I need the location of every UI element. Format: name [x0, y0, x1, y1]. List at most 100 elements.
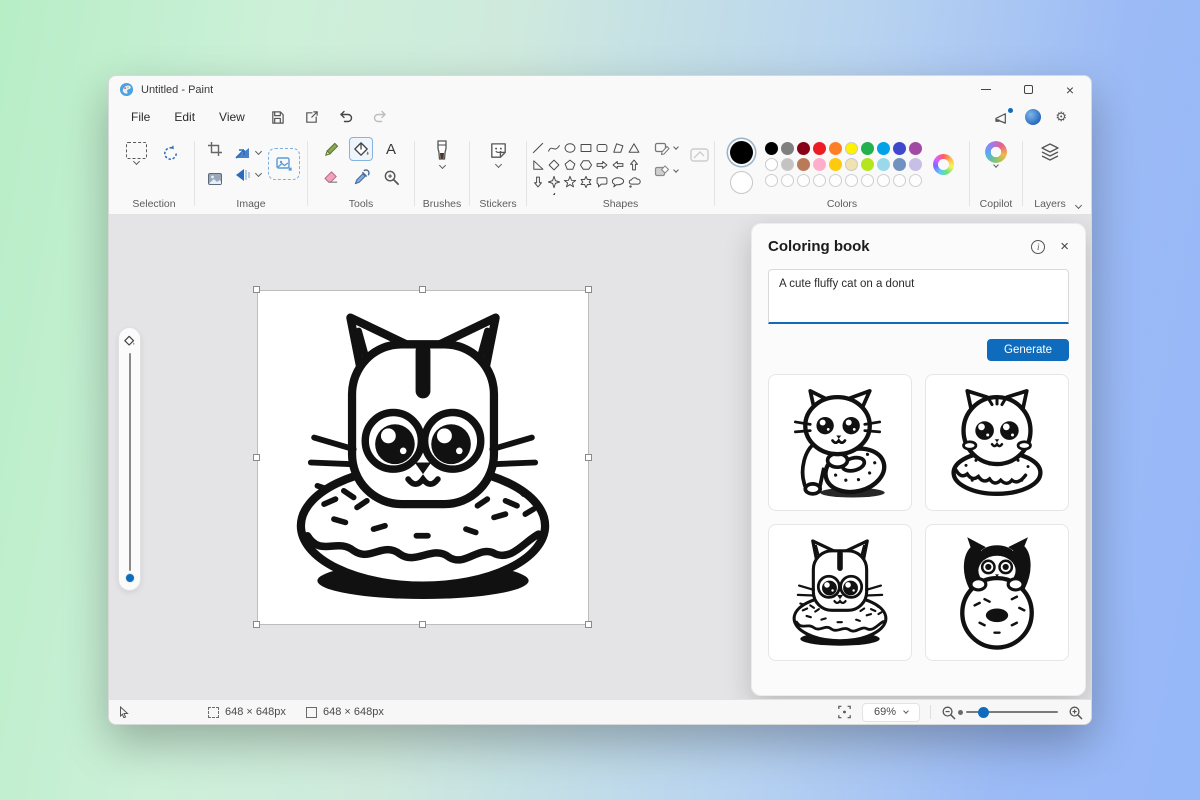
shape-rectangle-icon[interactable] — [578, 139, 594, 156]
fit-to-screen-icon[interactable] — [837, 705, 852, 719]
undo-button[interactable] — [333, 106, 359, 128]
palette-empty-slot[interactable] — [893, 174, 906, 187]
crop-button[interactable] — [203, 137, 227, 161]
ai-image-button[interactable] — [268, 148, 300, 180]
account-button[interactable] — [1025, 109, 1041, 125]
palette-empty-slot[interactable] — [781, 174, 794, 187]
palette-color[interactable] — [765, 158, 778, 171]
palette-color[interactable] — [893, 158, 906, 171]
shape-arrow-up-icon[interactable] — [626, 156, 642, 173]
palette-color[interactable] — [893, 142, 906, 155]
edit-colors-button[interactable] — [933, 154, 954, 175]
selection-handle[interactable] — [419, 621, 426, 628]
palette-color[interactable] — [781, 142, 794, 155]
prompt-input[interactable]: A cute fluffy cat on a donut — [768, 269, 1069, 324]
eraser-tool-button[interactable] — [319, 165, 343, 189]
zoom-out-icon[interactable] — [941, 705, 956, 720]
selection-handle[interactable] — [253, 621, 260, 628]
shape-polygon-icon[interactable] — [610, 139, 626, 156]
generate-button[interactable]: Generate — [987, 339, 1069, 361]
palette-color[interactable] — [829, 158, 842, 171]
close-button[interactable]: × — [1049, 76, 1091, 103]
selection-handle[interactable] — [253, 454, 260, 461]
layers-button[interactable] — [1039, 142, 1061, 162]
shape-oval-icon[interactable] — [562, 139, 578, 156]
thumbnail-fluffy-cat-on-donut[interactable] — [925, 374, 1069, 511]
zoom-percent-dropdown[interactable]: 69% — [862, 703, 920, 722]
palette-color[interactable] — [877, 142, 890, 155]
shape-arrow-left-icon[interactable] — [610, 156, 626, 173]
palette-color[interactable] — [909, 158, 922, 171]
shape-diamond-icon[interactable] — [546, 156, 562, 173]
palette-color[interactable] — [797, 142, 810, 155]
titlebar[interactable]: Untitled - Paint × — [109, 76, 1091, 103]
shape-lightning-icon[interactable] — [546, 190, 562, 195]
palette-empty-slot[interactable] — [829, 174, 842, 187]
palette-empty-slot[interactable] — [845, 174, 858, 187]
menu-edit[interactable]: Edit — [162, 106, 207, 128]
color-picker-tool-button[interactable] — [349, 165, 373, 189]
brushes-button[interactable] — [433, 139, 451, 168]
canvas[interactable] — [257, 290, 589, 625]
palette-color[interactable] — [845, 142, 858, 155]
remove-background-button[interactable] — [203, 167, 227, 191]
zoom-in-icon[interactable] — [1068, 705, 1083, 720]
free-rotate-button[interactable] — [159, 141, 183, 165]
shape-callout-oval-icon[interactable] — [610, 173, 626, 190]
palette-empty-slot[interactable] — [797, 174, 810, 187]
palette-color[interactable] — [909, 142, 922, 155]
palette-empty-slot[interactable] — [765, 174, 778, 187]
palette-color[interactable] — [797, 158, 810, 171]
palette-color[interactable] — [813, 158, 826, 171]
resize-button[interactable] — [234, 145, 261, 161]
shape-fill-button[interactable] — [654, 164, 678, 178]
selection-handle[interactable] — [253, 286, 260, 293]
palette-empty-slot[interactable] — [813, 174, 826, 187]
save-button[interactable] — [265, 106, 291, 128]
shape-hexagon-icon[interactable] — [578, 156, 594, 173]
palette-color[interactable] — [877, 158, 890, 171]
settings-gear-icon[interactable]: ⚙ — [1055, 109, 1067, 125]
magnifier-tool-button[interactable] — [379, 165, 403, 189]
shape-star-four-icon[interactable] — [546, 173, 562, 190]
ribbon-collapse-chevron-icon[interactable] — [1075, 202, 1082, 209]
shape-heart-icon[interactable] — [530, 190, 546, 195]
fill-tolerance-slider[interactable] — [118, 327, 141, 591]
shape-callout-cloud-icon[interactable] — [626, 173, 642, 190]
shape-arrow-right-icon[interactable] — [594, 156, 610, 173]
selection-handle[interactable] — [585, 621, 592, 628]
palette-color[interactable] — [781, 158, 794, 171]
shape-line-icon[interactable] — [530, 139, 546, 156]
palette-color[interactable] — [861, 158, 874, 171]
feedback-button[interactable] — [994, 110, 1011, 125]
color-1-swatch[interactable] — [730, 141, 753, 164]
palette-color[interactable] — [845, 158, 858, 171]
fill-tool-button[interactable] — [349, 137, 373, 161]
shape-triangle-icon[interactable] — [626, 139, 642, 156]
selection-dropdown-chevron-icon[interactable] — [132, 158, 139, 165]
shape-star-five-icon[interactable] — [562, 173, 578, 190]
shape-pentagon-icon[interactable] — [562, 156, 578, 173]
shape-right-triangle-icon[interactable] — [530, 156, 546, 173]
zoom-slider-thumb[interactable] — [978, 707, 989, 718]
minimize-button[interactable] — [965, 76, 1007, 103]
share-button[interactable] — [299, 106, 325, 128]
pencil-tool-button[interactable] — [319, 137, 343, 161]
thumbnail-black-cat-behind-donut[interactable] — [925, 524, 1069, 661]
selection-handle[interactable] — [585, 454, 592, 461]
flip-rotate-button[interactable] — [234, 167, 261, 183]
selection-handle[interactable] — [585, 286, 592, 293]
thumbnail-cat-hugging-donut[interactable] — [768, 374, 912, 511]
menu-file[interactable]: File — [119, 106, 162, 128]
menu-view[interactable]: View — [207, 106, 257, 128]
palette-empty-slot[interactable] — [877, 174, 890, 187]
panel-close-icon[interactable]: × — [1060, 239, 1069, 254]
slider-thumb[interactable] — [125, 573, 135, 583]
select-tool-button[interactable] — [126, 142, 147, 164]
maximize-button[interactable] — [1007, 76, 1049, 103]
redo-button[interactable] — [367, 106, 393, 128]
thumbnail-cat-in-donut[interactable] — [768, 524, 912, 661]
palette-color[interactable] — [765, 142, 778, 155]
palette-color[interactable] — [861, 142, 874, 155]
shape-callout-rounded-icon[interactable] — [594, 173, 610, 190]
